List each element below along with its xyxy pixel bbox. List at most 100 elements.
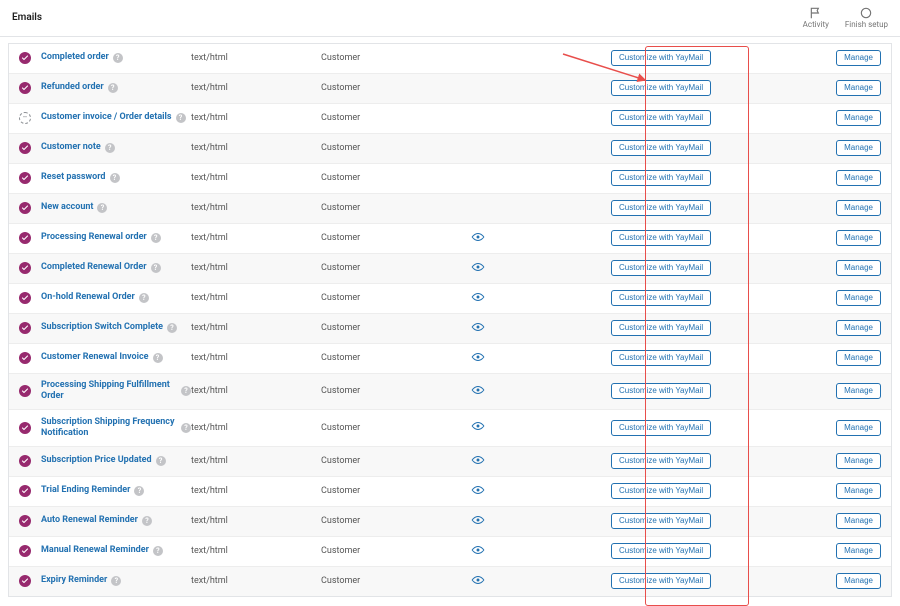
eye-icon[interactable] xyxy=(471,262,485,275)
customize-button[interactable]: Customize with YayMail xyxy=(611,513,711,529)
customize-button[interactable]: Customize with YayMail xyxy=(611,290,711,306)
email-link[interactable]: Customer Renewal Invoice xyxy=(41,352,149,363)
eye-icon[interactable] xyxy=(471,352,485,365)
content-type-cell: text/html xyxy=(191,386,321,396)
finish-setup-button[interactable]: Finish setup xyxy=(845,6,888,30)
manage-button[interactable]: Manage xyxy=(836,80,881,96)
email-link[interactable]: Reset password xyxy=(41,172,106,183)
table-row: Subscription Switch Complete?text/htmlCu… xyxy=(9,313,891,343)
email-link[interactable]: Trial Ending Reminder xyxy=(41,485,130,496)
help-icon[interactable]: ? xyxy=(110,173,120,183)
email-link[interactable]: Customer note xyxy=(41,142,101,153)
email-link[interactable]: Subscription Switch Complete xyxy=(41,322,163,333)
manage-button[interactable]: Manage xyxy=(836,170,881,186)
name-cell: Manual Renewal Reminder? xyxy=(41,545,191,556)
help-icon[interactable]: ? xyxy=(111,576,121,586)
status-enabled-icon xyxy=(19,575,31,587)
manage-button[interactable]: Manage xyxy=(836,573,881,589)
customize-button[interactable]: Customize with YayMail xyxy=(611,80,711,96)
customize-button[interactable]: Customize with YayMail xyxy=(611,543,711,559)
status-cell xyxy=(19,485,41,497)
table-row: Subscription Shipping Frequency Notifica… xyxy=(9,409,891,446)
customize-button[interactable]: Customize with YayMail xyxy=(611,50,711,66)
email-link[interactable]: Processing Shipping Fulfillment Order xyxy=(41,380,177,403)
manage-button[interactable]: Manage xyxy=(836,200,881,216)
help-icon[interactable]: ? xyxy=(151,233,161,243)
manage-button[interactable]: Manage xyxy=(836,543,881,559)
customize-cell: Customize with YayMail xyxy=(611,140,711,156)
eye-icon[interactable] xyxy=(471,232,485,245)
help-icon[interactable]: ? xyxy=(153,546,163,556)
email-link[interactable]: Manual Renewal Reminder xyxy=(41,545,149,556)
email-link[interactable]: Completed Renewal Order xyxy=(41,262,147,273)
help-icon[interactable]: ? xyxy=(167,323,177,333)
manage-button[interactable]: Manage xyxy=(836,420,881,436)
table-row: Processing Shipping Fulfillment Order?te… xyxy=(9,373,891,410)
email-link[interactable]: Subscription Price Updated xyxy=(41,455,152,466)
help-icon[interactable]: ? xyxy=(97,203,107,213)
manage-button[interactable]: Manage xyxy=(836,50,881,66)
manage-button[interactable]: Manage xyxy=(836,483,881,499)
eye-icon[interactable] xyxy=(471,575,485,588)
help-icon[interactable]: ? xyxy=(108,83,118,93)
manage-button[interactable]: Manage xyxy=(836,260,881,276)
customize-button[interactable]: Customize with YayMail xyxy=(611,383,711,399)
customize-button[interactable]: Customize with YayMail xyxy=(611,140,711,156)
manage-button[interactable]: Manage xyxy=(836,453,881,469)
recipient-cell: Customer xyxy=(321,323,471,333)
email-link[interactable]: Subscription Shipping Frequency Notifica… xyxy=(41,417,177,440)
help-icon[interactable]: ? xyxy=(153,353,163,363)
email-link[interactable]: On-hold Renewal Order xyxy=(41,292,135,303)
help-icon[interactable]: ? xyxy=(105,143,115,153)
customize-button[interactable]: Customize with YayMail xyxy=(611,230,711,246)
customize-button[interactable]: Customize with YayMail xyxy=(611,453,711,469)
eye-icon[interactable] xyxy=(471,385,485,398)
help-icon[interactable]: ? xyxy=(151,263,161,273)
eye-icon[interactable] xyxy=(471,455,485,468)
manage-button[interactable]: Manage xyxy=(836,513,881,529)
manage-button[interactable]: Manage xyxy=(836,383,881,399)
help-icon[interactable]: ? xyxy=(176,113,186,123)
customize-button[interactable]: Customize with YayMail xyxy=(611,350,711,366)
email-link[interactable]: Refunded order xyxy=(41,82,104,93)
customize-button[interactable]: Customize with YayMail xyxy=(611,110,711,126)
eye-icon[interactable] xyxy=(471,545,485,558)
eye-icon[interactable] xyxy=(471,421,485,434)
eye-icon[interactable] xyxy=(471,485,485,498)
email-link[interactable]: Processing Renewal order xyxy=(41,232,147,243)
customize-button[interactable]: Customize with YayMail xyxy=(611,260,711,276)
help-icon[interactable]: ? xyxy=(181,423,191,433)
activity-button[interactable]: Activity xyxy=(803,6,829,30)
status-cell xyxy=(19,455,41,467)
manage-cell: Manage xyxy=(821,290,881,306)
manage-button[interactable]: Manage xyxy=(836,350,881,366)
customize-button[interactable]: Customize with YayMail xyxy=(611,420,711,436)
eye-icon[interactable] xyxy=(471,322,485,335)
help-icon[interactable]: ? xyxy=(113,53,123,63)
help-icon[interactable]: ? xyxy=(181,386,191,396)
help-icon[interactable]: ? xyxy=(139,293,149,303)
manage-button[interactable]: Manage xyxy=(836,290,881,306)
email-link[interactable]: Customer invoice / Order details xyxy=(41,112,172,123)
manage-button[interactable]: Manage xyxy=(836,110,881,126)
manage-button[interactable]: Manage xyxy=(836,320,881,336)
help-icon[interactable]: ? xyxy=(156,456,166,466)
customize-button[interactable]: Customize with YayMail xyxy=(611,200,711,216)
email-link[interactable]: New account xyxy=(41,202,93,213)
manage-button[interactable]: Manage xyxy=(836,140,881,156)
status-manual-icon: – xyxy=(19,112,31,124)
help-icon[interactable]: ? xyxy=(142,516,152,526)
customize-button[interactable]: Customize with YayMail xyxy=(611,320,711,336)
eye-icon[interactable] xyxy=(471,515,485,528)
email-link[interactable]: Expiry Reminder xyxy=(41,575,107,586)
email-link[interactable]: Auto Renewal Reminder xyxy=(41,515,138,526)
help-icon[interactable]: ? xyxy=(134,486,144,496)
content-type-cell: text/html xyxy=(191,173,321,183)
customize-button[interactable]: Customize with YayMail xyxy=(611,170,711,186)
customize-button[interactable]: Customize with YayMail xyxy=(611,573,711,589)
status-cell xyxy=(19,545,41,557)
customize-button[interactable]: Customize with YayMail xyxy=(611,483,711,499)
manage-button[interactable]: Manage xyxy=(836,230,881,246)
email-link[interactable]: Completed order xyxy=(41,52,109,63)
eye-icon[interactable] xyxy=(471,292,485,305)
